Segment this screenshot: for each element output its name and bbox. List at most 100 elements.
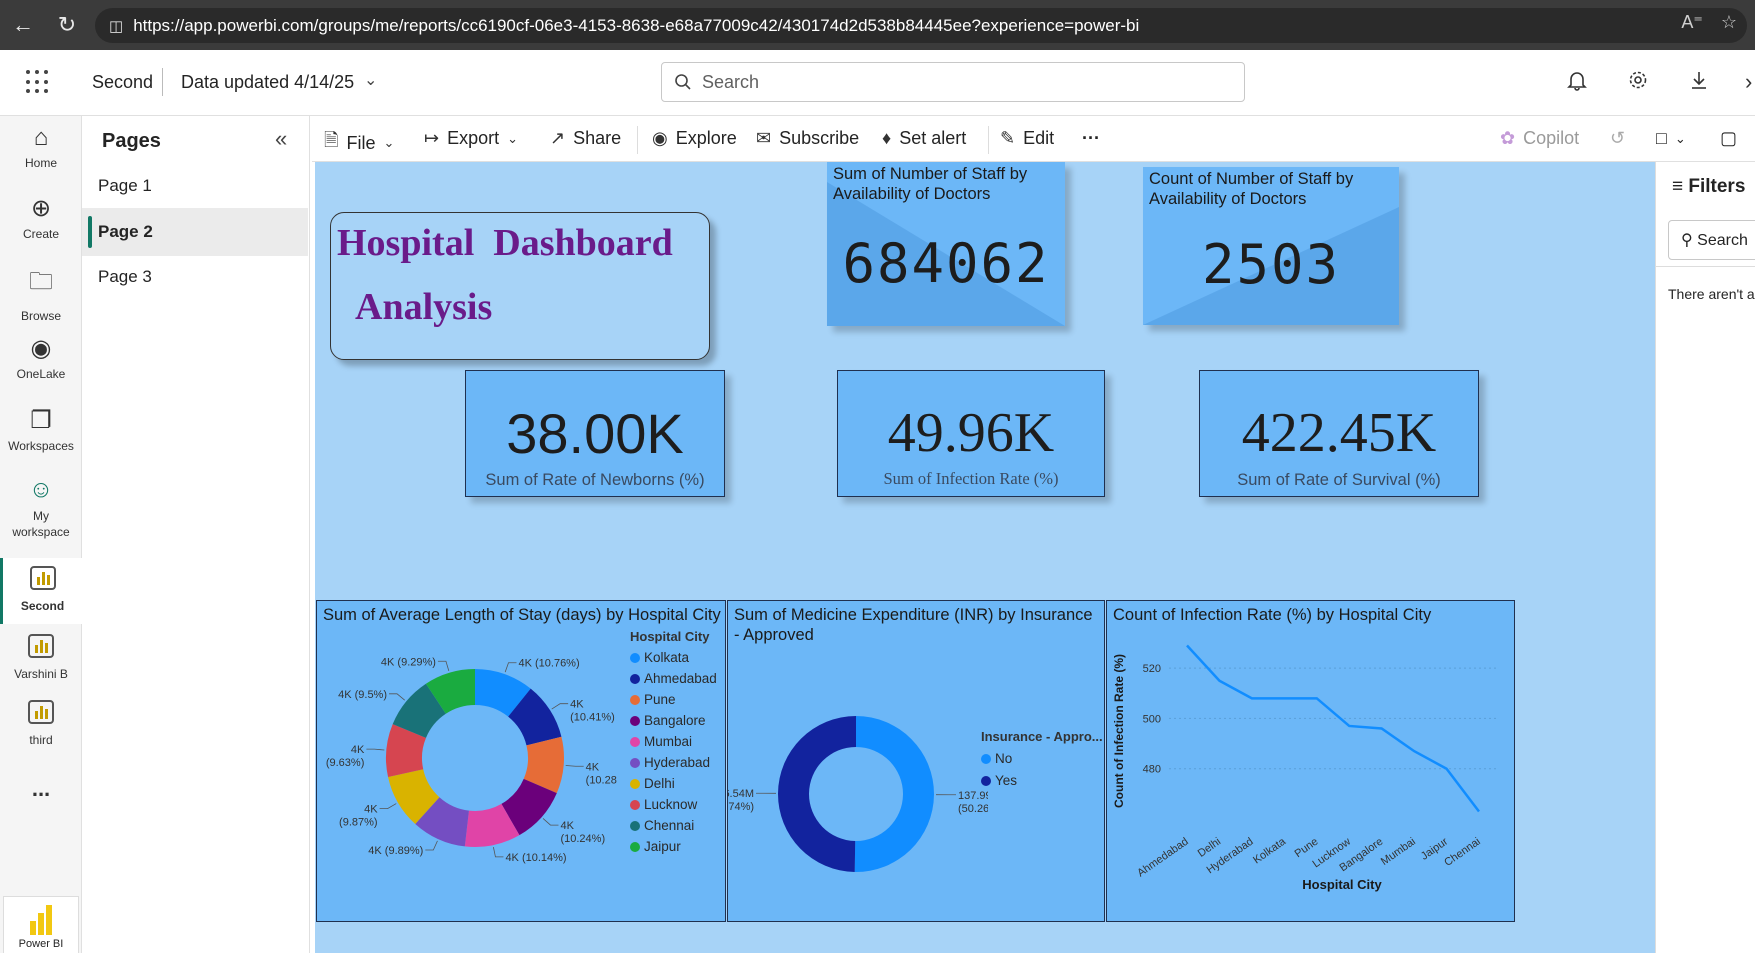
legend-item-lucknow[interactable]: Lucknow bbox=[630, 797, 717, 812]
nav-third[interactable]: third bbox=[0, 700, 82, 747]
legend-item-pune[interactable]: Pune bbox=[630, 692, 717, 707]
legend-item-yes[interactable]: Yes bbox=[981, 773, 1103, 788]
x-tick-label: Ahmedabad bbox=[1135, 836, 1190, 880]
series-line[interactable] bbox=[1186, 644, 1480, 813]
donut-chart-city: 4K (10.76%)4K(10.41%)4K(10.28%)4K(10.24%… bbox=[326, 656, 617, 864]
chart-infection-by-city[interactable]: Count of Infection Rate (%) by Hospital … bbox=[1106, 600, 1515, 922]
y-axis-title: Count of Infection Rate (%) bbox=[1112, 654, 1126, 808]
reset-icon[interactable]: ↺ bbox=[1610, 128, 1625, 149]
data-label: (10.28%) bbox=[586, 774, 617, 786]
legend-label: Yes bbox=[995, 773, 1018, 788]
data-label: 137.99M bbox=[958, 790, 988, 802]
page-tab-1[interactable]: Page 1 bbox=[82, 162, 308, 210]
dashboard-title-card: Hospital Dashboard Analysis bbox=[330, 212, 710, 360]
data-label: 4K bbox=[560, 820, 574, 832]
app-launcher-icon[interactable] bbox=[26, 70, 50, 94]
legend-label: No bbox=[995, 751, 1013, 766]
legend-item-no[interactable]: No bbox=[981, 751, 1103, 766]
refresh-icon[interactable]: ↻ bbox=[44, 0, 90, 50]
legend-item-jaipur[interactable]: Jaipur bbox=[630, 839, 717, 854]
more-icon[interactable]: › bbox=[1745, 69, 1752, 95]
copilot-button[interactable]: ✿ Copilot bbox=[1500, 128, 1579, 149]
legend-item-ahmedabad[interactable]: Ahmedabad bbox=[630, 671, 717, 686]
collapse-panel-icon[interactable]: « bbox=[275, 126, 287, 152]
staff-count-card[interactable]: Count of Number of Staff by Availability… bbox=[1143, 167, 1399, 325]
workspaces-icon: ❐ bbox=[30, 407, 52, 434]
report-toolbar: 🗎 File ⌄ ↦ Export ⌄ ↗ Share ◉ Explore ✉ … bbox=[312, 116, 1755, 162]
address-bar[interactable]: ◫ https://app.powerbi.com/groups/me/repo… bbox=[95, 8, 1747, 43]
edit-button[interactable]: ✎ Edit bbox=[1000, 128, 1054, 149]
donut-slice-yes[interactable] bbox=[777, 716, 856, 872]
subscribe-icon: ✉ bbox=[756, 128, 772, 148]
export-menu[interactable]: ↦ Export ⌄ bbox=[424, 128, 518, 149]
site-info-icon[interactable]: ◫ bbox=[109, 17, 123, 35]
file-icon: 🗎 bbox=[324, 130, 339, 150]
donut-slice-no[interactable] bbox=[854, 716, 934, 872]
nav-onelake[interactable]: ◉ OneLake bbox=[0, 334, 82, 381]
bookmark-icon[interactable]: □ ⌄ bbox=[1656, 128, 1686, 149]
legend-item-delhi[interactable]: Delhi bbox=[630, 776, 717, 791]
kpi-infection-card[interactable]: 49.96K Sum of Infection Rate (%) bbox=[837, 370, 1105, 497]
workspace-name[interactable]: Second bbox=[92, 72, 153, 93]
legend-item-kolkata[interactable]: Kolkata bbox=[630, 650, 717, 665]
powerbi-logo-icon bbox=[30, 905, 52, 935]
legend-dot bbox=[630, 736, 640, 747]
read-aloud-icon[interactable]: A⁼ bbox=[1681, 12, 1703, 33]
legend-item-mumbai[interactable]: Mumbai bbox=[630, 734, 717, 749]
download-icon[interactable] bbox=[1688, 69, 1710, 97]
kpi-newborns-value: 38.00K bbox=[506, 402, 684, 465]
url-text[interactable]: https://app.powerbi.com/groups/me/report… bbox=[133, 16, 1139, 36]
legend-label: Kolkata bbox=[644, 650, 690, 665]
legend-dot bbox=[630, 841, 640, 852]
bell-icon[interactable] bbox=[1566, 69, 1588, 97]
legend-dot bbox=[630, 778, 640, 789]
chevron-down-icon: ⌄ bbox=[507, 130, 519, 146]
nav-more-button[interactable]: ... bbox=[0, 776, 82, 802]
chevron-down-icon[interactable]: ⌄ bbox=[364, 70, 377, 90]
nav-create[interactable]: ⊕ Create bbox=[0, 194, 82, 241]
data-label: 4K bbox=[586, 761, 600, 773]
copilot-label: Copilot bbox=[1523, 128, 1580, 148]
staff-count-value: 2503 bbox=[1201, 233, 1341, 296]
data-label: 4K (9.29%) bbox=[381, 656, 436, 668]
nav-workspaces[interactable]: ❐ Workspaces bbox=[0, 406, 82, 453]
legend-item-chennai[interactable]: Chennai bbox=[630, 818, 717, 833]
nav-second[interactable]: Second bbox=[0, 558, 82, 624]
view-icon[interactable]: ▢ bbox=[1720, 128, 1737, 149]
back-arrow-icon[interactable]: ← bbox=[0, 0, 46, 50]
legend-city: Hospital City Kolkata Ahmedabad Pune Bangal… bbox=[630, 629, 717, 854]
explore-button[interactable]: ◉ Explore bbox=[652, 128, 737, 149]
file-menu[interactable]: 🗎 File ⌄ bbox=[324, 128, 394, 158]
filters-title[interactable]: ≡ Filters bbox=[1672, 176, 1745, 198]
search-input[interactable]: Search bbox=[661, 62, 1245, 102]
pages-title: Pages bbox=[102, 130, 161, 152]
set-alert-button[interactable]: ♦ Set alert bbox=[882, 128, 966, 149]
chart-stay-by-city[interactable]: Sum of Average Length of Stay (days) by … bbox=[316, 600, 726, 922]
data-updated-label[interactable]: Data updated 4/14/25 bbox=[181, 72, 354, 93]
share-label: Share bbox=[573, 128, 622, 148]
kpi-newborns-card[interactable]: 38.00K Sum of Rate of Newborns (%) bbox=[465, 370, 725, 497]
legend-item-hyderabad[interactable]: Hyderabad bbox=[630, 755, 717, 770]
share-button[interactable]: ↗ Share bbox=[550, 128, 621, 149]
leader-line bbox=[504, 662, 517, 673]
gear-icon[interactable] bbox=[1627, 69, 1649, 97]
subscribe-button[interactable]: ✉ Subscribe bbox=[756, 128, 859, 149]
y-tick-label: 520 bbox=[1143, 663, 1161, 675]
legend-item-bangalore[interactable]: Bangalore bbox=[630, 713, 717, 728]
filters-search-input[interactable]: ⚲ Search bbox=[1668, 220, 1755, 260]
chart-title: Sum of Medicine Expenditure (INR) by Ins… bbox=[734, 606, 1093, 644]
leader-line bbox=[425, 840, 438, 851]
staff-sum-card[interactable]: Sum of Number of Staff by Availability o… bbox=[827, 162, 1065, 326]
chart-medicine-by-insurance[interactable]: Sum of Medicine Expenditure (INR) by Ins… bbox=[727, 600, 1105, 922]
nav-my-workspace[interactable]: ☺ My workspace bbox=[0, 476, 82, 540]
nav-browse[interactable]: 🗀 Browse bbox=[0, 264, 82, 323]
nav-home[interactable]: ⌂ Home bbox=[0, 124, 82, 170]
powerbi-logo[interactable]: Power BI bbox=[3, 896, 79, 953]
person-icon: ☺ bbox=[28, 476, 54, 503]
kpi-survival-card[interactable]: 422.45K Sum of Rate of Survival (%) bbox=[1199, 370, 1479, 497]
page-tab-3[interactable]: Page 3 bbox=[82, 253, 308, 301]
favorite-star-icon[interactable]: ☆ bbox=[1721, 12, 1737, 33]
more-options-button[interactable]: ··· bbox=[1082, 128, 1100, 149]
page-tab-2[interactable]: Page 2 bbox=[82, 208, 308, 256]
nav-varshini-b[interactable]: Varshini B bbox=[0, 634, 82, 681]
